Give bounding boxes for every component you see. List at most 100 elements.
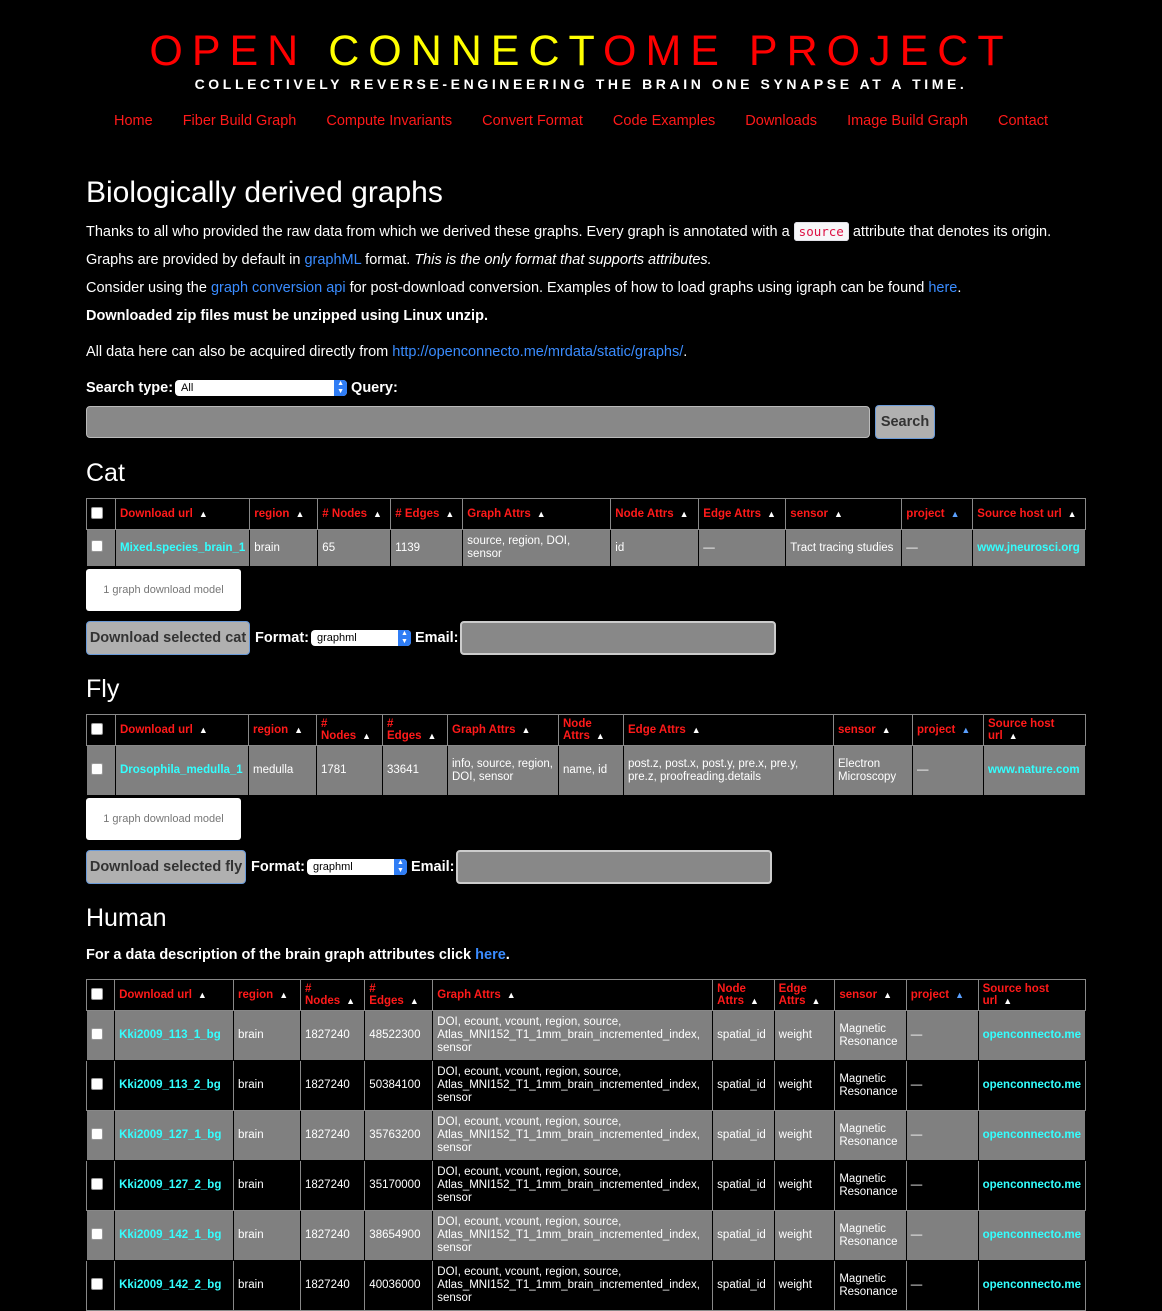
select-all-checkbox[interactable] — [91, 987, 103, 1000]
select-all-checkbox[interactable] — [91, 722, 103, 735]
row-checkbox[interactable] — [91, 1227, 103, 1240]
col-edge-attrs[interactable]: Edge Attrs ▲ — [623, 714, 834, 746]
sort-up-icon: ▲ — [362, 731, 372, 741]
download-selected-cat-button[interactable]: Download selected cat — [86, 621, 250, 655]
source-host-link[interactable]: www.nature.com — [983, 745, 1086, 796]
col-graph-attrs[interactable]: Graph Attrs ▲ — [447, 714, 559, 746]
igraph-examples-link[interactable]: here — [928, 280, 957, 296]
graph-conversion-api-link[interactable]: graph conversion api — [211, 280, 346, 296]
source-host-link[interactable]: openconnecto.me — [977, 1110, 1087, 1161]
col-edge-attrs[interactable]: Edge Attrs ▲ — [773, 979, 836, 1011]
nav-contact[interactable]: Contact — [998, 113, 1048, 129]
col-sensor[interactable]: sensor ▲ — [834, 979, 907, 1011]
cell-node-attrs: spatial_id — [712, 1060, 775, 1111]
row-checkbox[interactable] — [91, 1077, 103, 1090]
download-model-box: 1 graph download model — [86, 569, 241, 611]
page-title: Biologically derived graphs — [86, 176, 443, 209]
nav-downloads[interactable]: Downloads — [745, 113, 817, 129]
col-sensor[interactable]: sensor ▲ — [785, 498, 903, 530]
cell-region: brain — [233, 1160, 301, 1211]
sort-up-icon: ▲ — [955, 990, 965, 1000]
col-source-host-url[interactable]: Source host url ▲ — [972, 498, 1086, 530]
col-label: project — [906, 508, 945, 520]
cell-edges: 33641 — [382, 745, 448, 796]
col-region[interactable]: region ▲ — [233, 979, 301, 1011]
col-project[interactable]: project ▲ — [912, 714, 984, 746]
graphs-directory-link[interactable]: http://openconnecto.me/mrdata/static/gra… — [392, 344, 683, 360]
source-host-link[interactable]: www.jneurosci.org — [972, 529, 1086, 567]
nav-compute-invariants[interactable]: Compute Invariants — [326, 113, 452, 129]
cell-nodes: 1827240 — [299, 1160, 366, 1211]
col-label: Edge Attrs — [628, 724, 686, 736]
nav-home[interactable]: Home — [114, 113, 153, 129]
conversion-text-end: . — [957, 280, 962, 296]
col-region[interactable]: region ▲ — [248, 714, 317, 746]
download-url-link[interactable]: Kki2009_127_1_bg — [114, 1110, 235, 1161]
row-checkbox[interactable] — [91, 1127, 103, 1140]
col-download-url[interactable]: Download url ▲ — [115, 714, 249, 746]
source-host-link[interactable]: openconnecto.me — [977, 1010, 1087, 1061]
col-download-url[interactable]: Download url ▲ — [114, 979, 235, 1011]
col-edges[interactable]: # Edges ▲ — [390, 498, 464, 530]
source-host-link[interactable]: openconnecto.me — [977, 1260, 1087, 1311]
source-host-link[interactable]: openconnecto.me — [977, 1210, 1087, 1261]
format-select[interactable]: graphml ▲ ▼ — [310, 630, 411, 646]
download-url-link[interactable]: Kki2009_142_1_bg — [114, 1210, 235, 1261]
col-node-attrs[interactable]: Node Attrs ▲ — [712, 979, 775, 1011]
col-edges[interactable]: # Edges ▲ — [364, 979, 434, 1011]
col-project[interactable]: project ▲ — [901, 498, 974, 530]
cell-node-attrs: id — [610, 529, 700, 567]
cell-edges: 40036000 — [364, 1260, 434, 1311]
source-host-link[interactable]: openconnecto.me — [977, 1160, 1087, 1211]
nav-code-examples[interactable]: Code Examples — [613, 113, 715, 129]
col-nodes[interactable]: # Nodes ▲ — [316, 714, 383, 746]
col-sensor[interactable]: sensor ▲ — [833, 714, 913, 746]
format-value: graphml — [312, 861, 353, 873]
download-url-link[interactable]: Drosophila_medulla_1 — [115, 745, 249, 796]
col-graph-attrs[interactable]: Graph Attrs ▲ — [432, 979, 714, 1011]
download-url-link[interactable]: Kki2009_127_2_bg — [114, 1160, 235, 1211]
attribute-description-link[interactable]: here — [475, 947, 506, 963]
col-source-host-url[interactable]: Source host url ▲ — [977, 979, 1087, 1011]
col-graph-attrs[interactable]: Graph Attrs ▲ — [462, 498, 612, 530]
cell-node-attrs: spatial_id — [712, 1110, 775, 1161]
download-selected-fly-button[interactable]: Download selected fly — [86, 850, 246, 884]
row-checkbox[interactable] — [91, 540, 103, 552]
col-download-url[interactable]: Download url ▲ — [114, 498, 251, 530]
col-nodes[interactable]: # Nodes ▲ — [299, 979, 366, 1011]
email-input[interactable] — [459, 621, 776, 655]
table-row: Kki2009_142_1_bg brain 1827240 38654900 DOI,… — [85, 1210, 1087, 1261]
row-checkbox[interactable] — [91, 1027, 103, 1040]
download-url-link[interactable]: Kki2009_142_2_bg — [114, 1260, 235, 1311]
download-url-link[interactable]: Kki2009_113_1_bg — [114, 1010, 235, 1061]
nav-image-build-graph[interactable]: Image Build Graph — [847, 113, 968, 129]
col-region[interactable]: region ▲ — [249, 498, 319, 530]
col-node-attrs[interactable]: Node Attrs ▲ — [558, 714, 624, 746]
download-url-link[interactable]: Kki2009_113_2_bg — [114, 1060, 235, 1111]
col-nodes[interactable]: # Nodes ▲ — [317, 498, 392, 530]
query-input[interactable] — [86, 406, 870, 438]
cell-edge-attrs: post.z, post.x, post.y, pre.x, pre.y, pr… — [623, 745, 834, 796]
col-edges[interactable]: # Edges ▲ — [382, 714, 448, 746]
nav-fiber-build-graph[interactable]: Fiber Build Graph — [183, 113, 297, 129]
format-select[interactable]: graphml ▲ ▼ — [306, 859, 407, 875]
graphml-link[interactable]: graphML — [304, 252, 361, 268]
format-paragraph: Graphs are provided by default in graphM… — [86, 252, 1086, 268]
query-row: Search — [86, 405, 1086, 439]
email-input[interactable] — [455, 850, 772, 884]
download-url-link[interactable]: Mixed.species_brain_1 — [114, 529, 251, 567]
intro-text: Thanks to all who provided the raw data … — [86, 224, 794, 240]
row-checkbox[interactable] — [91, 1177, 103, 1190]
col-label: Source host url — [982, 983, 1050, 1007]
col-project[interactable]: project ▲ — [905, 979, 979, 1011]
nav-convert-format[interactable]: Convert Format — [482, 113, 583, 129]
row-checkbox[interactable] — [91, 762, 103, 775]
col-node-attrs[interactable]: Node Attrs ▲ — [610, 498, 700, 530]
search-button[interactable]: Search — [875, 405, 935, 439]
source-host-link[interactable]: openconnecto.me — [977, 1060, 1087, 1111]
col-edge-attrs[interactable]: Edge Attrs ▲ — [698, 498, 787, 530]
col-source-host-url[interactable]: Source host url ▲ — [983, 714, 1086, 746]
select-all-checkbox[interactable] — [91, 506, 103, 519]
email-label: Email: — [414, 630, 459, 646]
search-type-select[interactable]: All ▲ ▼ — [175, 380, 348, 396]
